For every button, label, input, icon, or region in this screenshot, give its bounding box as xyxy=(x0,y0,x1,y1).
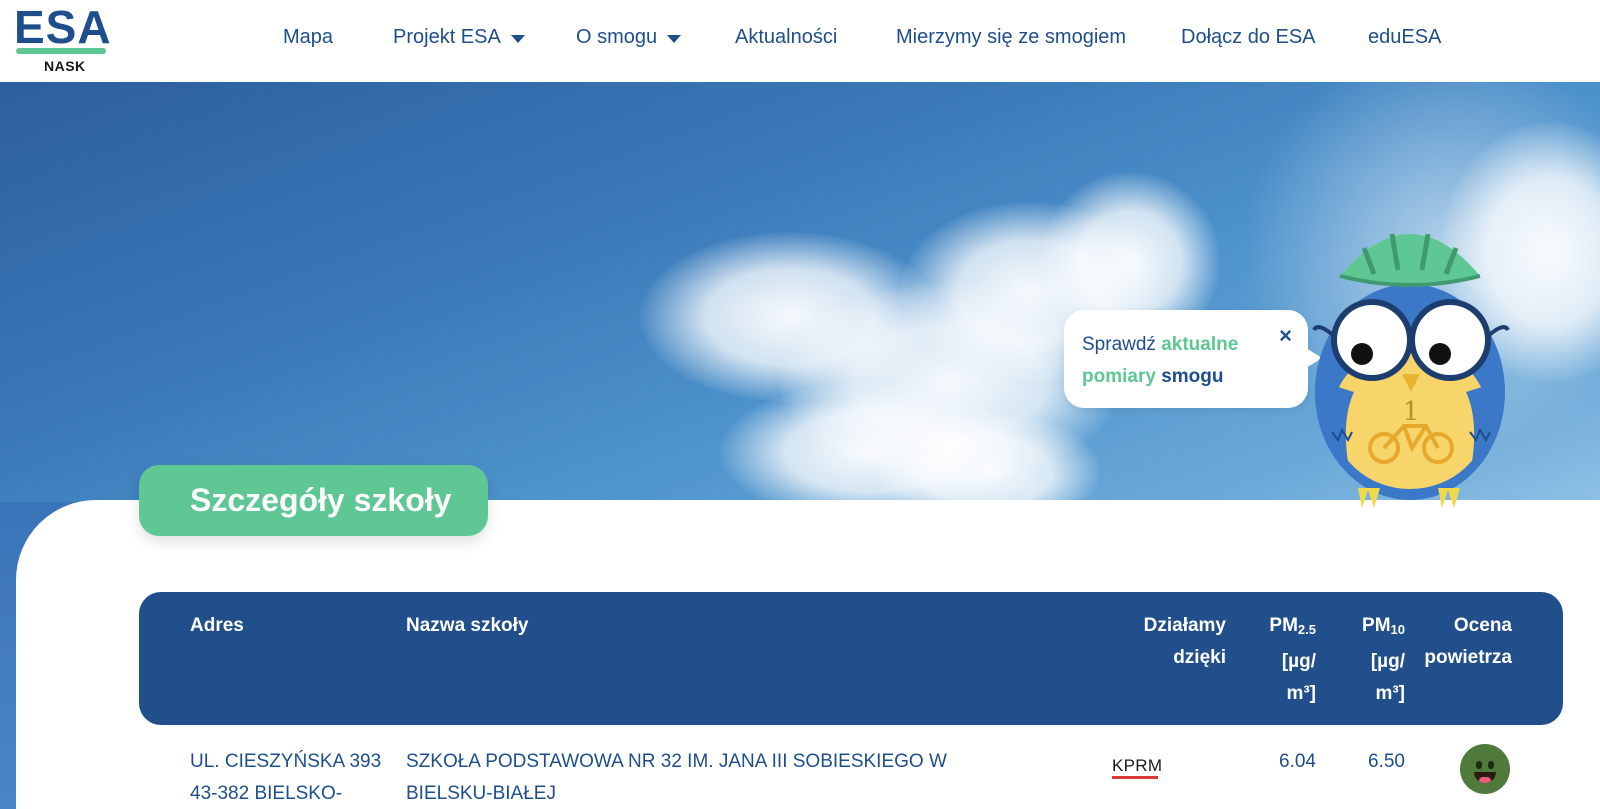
cell-pm10: 6.50 xyxy=(1368,751,1405,772)
tongue xyxy=(1479,777,1491,783)
tooltip-highlight: aktualne xyxy=(1161,334,1239,355)
address-line2: 43-382 Bielsko- xyxy=(190,783,343,804)
header-sponsor: Działamy dzięki xyxy=(1074,610,1226,674)
header-sponsor-line2: dzięki xyxy=(1173,647,1226,668)
nav-item-mierzymy-sie[interactable]: Mierzymy się ze smogiem xyxy=(896,26,1126,49)
owl-mascot-icon[interactable]: 1 xyxy=(1310,212,1510,510)
header-air-rating: Ocena powietrza xyxy=(1384,610,1512,674)
table-header: Adres Nazwa szkoły Działamy dzięki PM2.5… xyxy=(139,592,1563,725)
nav-item-aktualnosci[interactable]: Aktualności xyxy=(735,26,837,49)
nav-label: Projekt ESA xyxy=(393,26,501,48)
cell-address: ul. Cieszyńska 393 43-382 Bielsko- xyxy=(190,746,381,809)
header-pm25-unit2: m³] xyxy=(1286,683,1316,704)
esa-nask-logo[interactable]: ESA NASK xyxy=(14,1,112,74)
logo-underline xyxy=(16,48,106,54)
sponsor-logo-underline xyxy=(1112,776,1158,779)
header-pm25-unit1: [µg/ xyxy=(1281,651,1316,672)
nav-label: Mapa xyxy=(283,26,334,48)
nav-item-eduesa[interactable]: eduESA xyxy=(1368,26,1441,49)
close-icon[interactable]: × xyxy=(1279,320,1292,352)
nav-label: eduESA xyxy=(1368,26,1442,48)
eye xyxy=(1476,761,1482,769)
cell-pm25: 6.04 xyxy=(1279,751,1316,772)
section-title: Szczegóły szkoły xyxy=(139,465,488,536)
cell-school-name[interactable]: Szkoła Podstawowa nr 32 im. Jana III Sob… xyxy=(406,746,947,809)
logo-nask-text: NASK xyxy=(44,58,86,74)
header-sponsor-line1: Działamy xyxy=(1143,615,1226,636)
header-pm25-label: PM xyxy=(1269,615,1298,636)
tooltip-highlight: pomiary xyxy=(1082,366,1156,387)
nav-item-dolacz-do-esa[interactable]: Dołącz do ESA xyxy=(1181,26,1316,49)
site-header: ESA NASK Mapa Projekt ESA O smogu Aktual… xyxy=(0,0,1600,82)
nav-label: Aktualności xyxy=(735,26,838,48)
eye xyxy=(1488,761,1494,769)
header-pm10-unit2: m³] xyxy=(1375,683,1405,704)
nav-item-projekt-esa[interactable]: Projekt ESA xyxy=(393,26,525,49)
measurements-tooltip[interactable]: Sprawdź aktualne pomiary smogu × xyxy=(1064,310,1322,408)
address-line1: ul. Cieszyńska 393 xyxy=(190,751,382,772)
smiling-face-good-air-icon xyxy=(1460,744,1510,794)
nav-item-mapa[interactable]: Mapa xyxy=(283,26,333,49)
header-school-name: Nazwa szkoły xyxy=(406,615,529,636)
tooltip-text-bold: smogu xyxy=(1155,366,1224,387)
mouth xyxy=(1474,772,1496,783)
logo-esa-text: ESA xyxy=(14,1,112,53)
header-pm25: PM2.5 [µg/ m³] xyxy=(1236,610,1316,710)
svg-text:1: 1 xyxy=(1403,397,1420,427)
school-line1: Szkoła Podstawowa nr 32 im. Jana III Sob… xyxy=(406,751,947,772)
caret-down-icon xyxy=(667,34,682,43)
header-pm25-sub: 2.5 xyxy=(1297,622,1316,637)
table-row[interactable]: ul. Cieszyńska 393 43-382 Bielsko- Szkoł… xyxy=(139,742,1563,809)
header-rating-line1: Ocena xyxy=(1453,615,1512,636)
nav-label: Dołącz do ESA xyxy=(1181,26,1316,48)
school-line2: Bielsku-Białej xyxy=(406,783,556,804)
tooltip-text: Sprawdź xyxy=(1082,334,1162,355)
header-rating-line2: powietrza xyxy=(1424,647,1512,668)
nav-label: Mierzymy się ze smogiem xyxy=(896,26,1127,48)
caret-down-icon xyxy=(510,34,525,43)
nav-item-o-smogu[interactable]: O smogu xyxy=(576,26,682,49)
nav-label: O smogu xyxy=(576,26,658,48)
header-address: Adres xyxy=(190,615,244,636)
